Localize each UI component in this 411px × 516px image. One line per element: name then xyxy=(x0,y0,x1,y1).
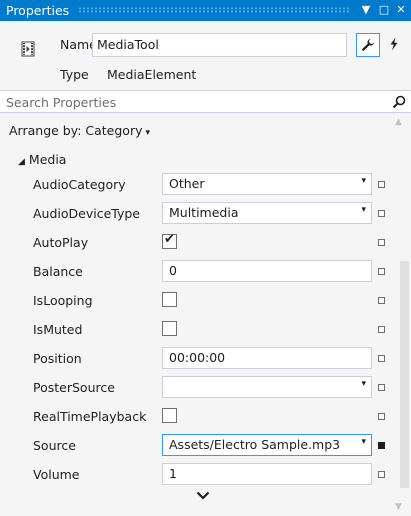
property-name: IsMuted xyxy=(33,322,83,337)
property-marker-icon[interactable] xyxy=(378,297,385,304)
property-row-realtimeplayback: RealTimePlayback xyxy=(0,402,393,431)
property-row-source: Source Assets/Electro Sample.mp3 ▾ xyxy=(0,431,393,460)
property-marker-icon[interactable] xyxy=(378,181,385,188)
media-element-icon xyxy=(21,41,35,57)
property-row-balance: Balance 0 xyxy=(0,257,393,286)
properties-button[interactable] xyxy=(356,33,380,57)
show-more-chevron-icon[interactable] xyxy=(195,489,211,503)
maximize-icon[interactable]: □ xyxy=(377,1,391,19)
category-label: Media xyxy=(28,152,67,167)
property-name: AutoPlay xyxy=(33,235,89,250)
close-icon[interactable]: ✕ xyxy=(394,1,408,19)
wrench-icon xyxy=(362,39,374,51)
element-name-input[interactable]: MediaTool xyxy=(92,33,347,57)
property-checkbox[interactable] xyxy=(162,321,177,336)
property-combobox[interactable]: Other ▾ xyxy=(162,173,372,195)
property-row-postersource: PosterSource ▾ xyxy=(0,373,393,402)
property-value: Assets/Electro Sample.mp3 xyxy=(169,437,341,452)
property-name: Position xyxy=(33,351,82,366)
property-marker-icon[interactable] xyxy=(378,384,385,391)
property-marker-icon[interactable] xyxy=(378,442,385,449)
property-checkbox[interactable] xyxy=(162,292,177,307)
property-name: RealTimePlayback xyxy=(33,409,147,424)
search-input[interactable] xyxy=(6,93,376,111)
events-button[interactable] xyxy=(382,33,406,57)
header-gap xyxy=(0,113,411,120)
type-value: MediaElement xyxy=(107,67,197,82)
property-name: PosterSource xyxy=(33,380,115,395)
search-box[interactable] xyxy=(0,90,411,113)
property-textbox[interactable]: 0 xyxy=(162,260,372,282)
property-name: Balance xyxy=(33,264,83,279)
property-checkbox[interactable]: ✔ xyxy=(162,232,177,249)
property-row-ismuted: IsMuted xyxy=(0,315,393,344)
property-combobox[interactable]: ▾ xyxy=(162,376,372,398)
property-checkbox[interactable] xyxy=(162,408,177,423)
property-name: Source xyxy=(33,438,76,453)
property-textbox[interactable]: 1 xyxy=(162,463,372,485)
scroll-thumb[interactable] xyxy=(400,261,409,488)
property-marker-icon[interactable] xyxy=(378,268,385,275)
checkmark-icon: ✔ xyxy=(164,232,175,247)
property-combobox[interactable]: Multimedia ▾ xyxy=(162,202,372,224)
property-name: IsLooping xyxy=(33,293,93,308)
search-icon[interactable] xyxy=(392,95,406,109)
property-marker-icon[interactable] xyxy=(378,210,385,217)
dropdown-arrow-icon[interactable]: ▾ xyxy=(361,437,366,447)
property-value: 1 xyxy=(169,466,177,481)
dropdown-arrow-icon[interactable]: ▾ xyxy=(361,379,366,389)
window-title: Properties xyxy=(6,3,70,18)
property-row-audiocategory: AudioCategory Other ▾ xyxy=(0,170,393,199)
property-row-audiodevicetype: AudioDeviceType Multimedia ▾ xyxy=(0,199,393,228)
property-row-autoplay: AutoPlay ✔ xyxy=(0,228,393,257)
arrange-by-dropdown[interactable]: Arrange by: Category ▾ xyxy=(9,123,150,138)
property-value: 00:00:00 xyxy=(169,350,226,365)
collapse-triangle-icon[interactable]: ◢ xyxy=(18,157,25,167)
property-marker-icon[interactable] xyxy=(378,355,385,362)
type-label: Type xyxy=(60,67,89,82)
property-marker-icon[interactable] xyxy=(378,239,385,246)
category-media[interactable]: ◢ Media xyxy=(18,152,66,167)
dropdown-arrow-icon[interactable]: ▾ xyxy=(361,205,366,215)
property-name: AudioCategory xyxy=(33,177,126,192)
dropdown-arrow-icon[interactable]: ▼ xyxy=(359,1,373,19)
property-value: 0 xyxy=(169,263,177,278)
titlebar-grip[interactable] xyxy=(78,7,351,13)
lightning-icon xyxy=(390,37,398,51)
scroll-up-icon[interactable]: ▲ xyxy=(395,117,402,127)
property-row-volume: Volume 1 xyxy=(0,460,393,489)
property-value: Multimedia xyxy=(169,205,239,220)
property-marker-icon[interactable] xyxy=(378,326,385,333)
scroll-down-icon[interactable]: ▼ xyxy=(395,502,402,512)
dropdown-arrow-icon[interactable]: ▾ xyxy=(361,176,366,186)
property-row-position: Position 00:00:00 xyxy=(0,344,393,373)
property-value: Other xyxy=(169,176,205,191)
property-name: Volume xyxy=(33,467,80,482)
property-row-islooping: IsLooping xyxy=(0,286,393,315)
property-marker-icon[interactable] xyxy=(378,471,385,478)
chevron-down-icon: ▾ xyxy=(145,128,151,138)
properties-titlebar[interactable]: Properties ▼ □ ✕ xyxy=(0,0,411,21)
arrange-by-label: Arrange by: Category xyxy=(9,123,143,138)
property-marker-icon[interactable] xyxy=(378,413,385,420)
property-textbox[interactable]: 00:00:00 xyxy=(162,347,372,369)
property-name: AudioDeviceType xyxy=(33,206,140,221)
property-combobox[interactable]: Assets/Electro Sample.mp3 ▾ xyxy=(162,434,372,456)
